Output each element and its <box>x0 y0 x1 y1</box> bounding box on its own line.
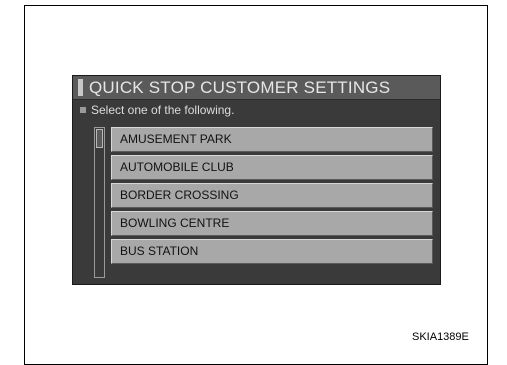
instruction-text: Select one of the following. <box>91 103 235 117</box>
title-bar: QUICK STOP CUSTOMER SETTINGS <box>73 76 440 100</box>
scroll-thumb[interactable] <box>96 129 103 148</box>
option-amusement-park[interactable]: AMUSEMENT PARK <box>111 127 433 152</box>
figure-code: SKIA1389E <box>412 331 469 343</box>
option-bus-station[interactable]: BUS STATION <box>111 239 433 264</box>
scrollbar[interactable] <box>94 127 105 278</box>
title-marker-icon <box>78 79 83 96</box>
navigation-screen: QUICK STOP CUSTOMER SETTINGS Select one … <box>72 75 441 285</box>
instruction-row: Select one of the following. <box>80 103 234 117</box>
option-border-crossing[interactable]: BORDER CROSSING <box>111 183 433 208</box>
option-automobile-club[interactable]: AUTOMOBILE CLUB <box>111 155 433 180</box>
option-bowling-centre[interactable]: BOWLING CENTRE <box>111 211 433 236</box>
screen-title: QUICK STOP CUSTOMER SETTINGS <box>89 78 391 97</box>
bullet-icon <box>80 107 86 113</box>
option-list: AMUSEMENT PARK AUTOMOBILE CLUB BORDER CR… <box>111 127 433 267</box>
